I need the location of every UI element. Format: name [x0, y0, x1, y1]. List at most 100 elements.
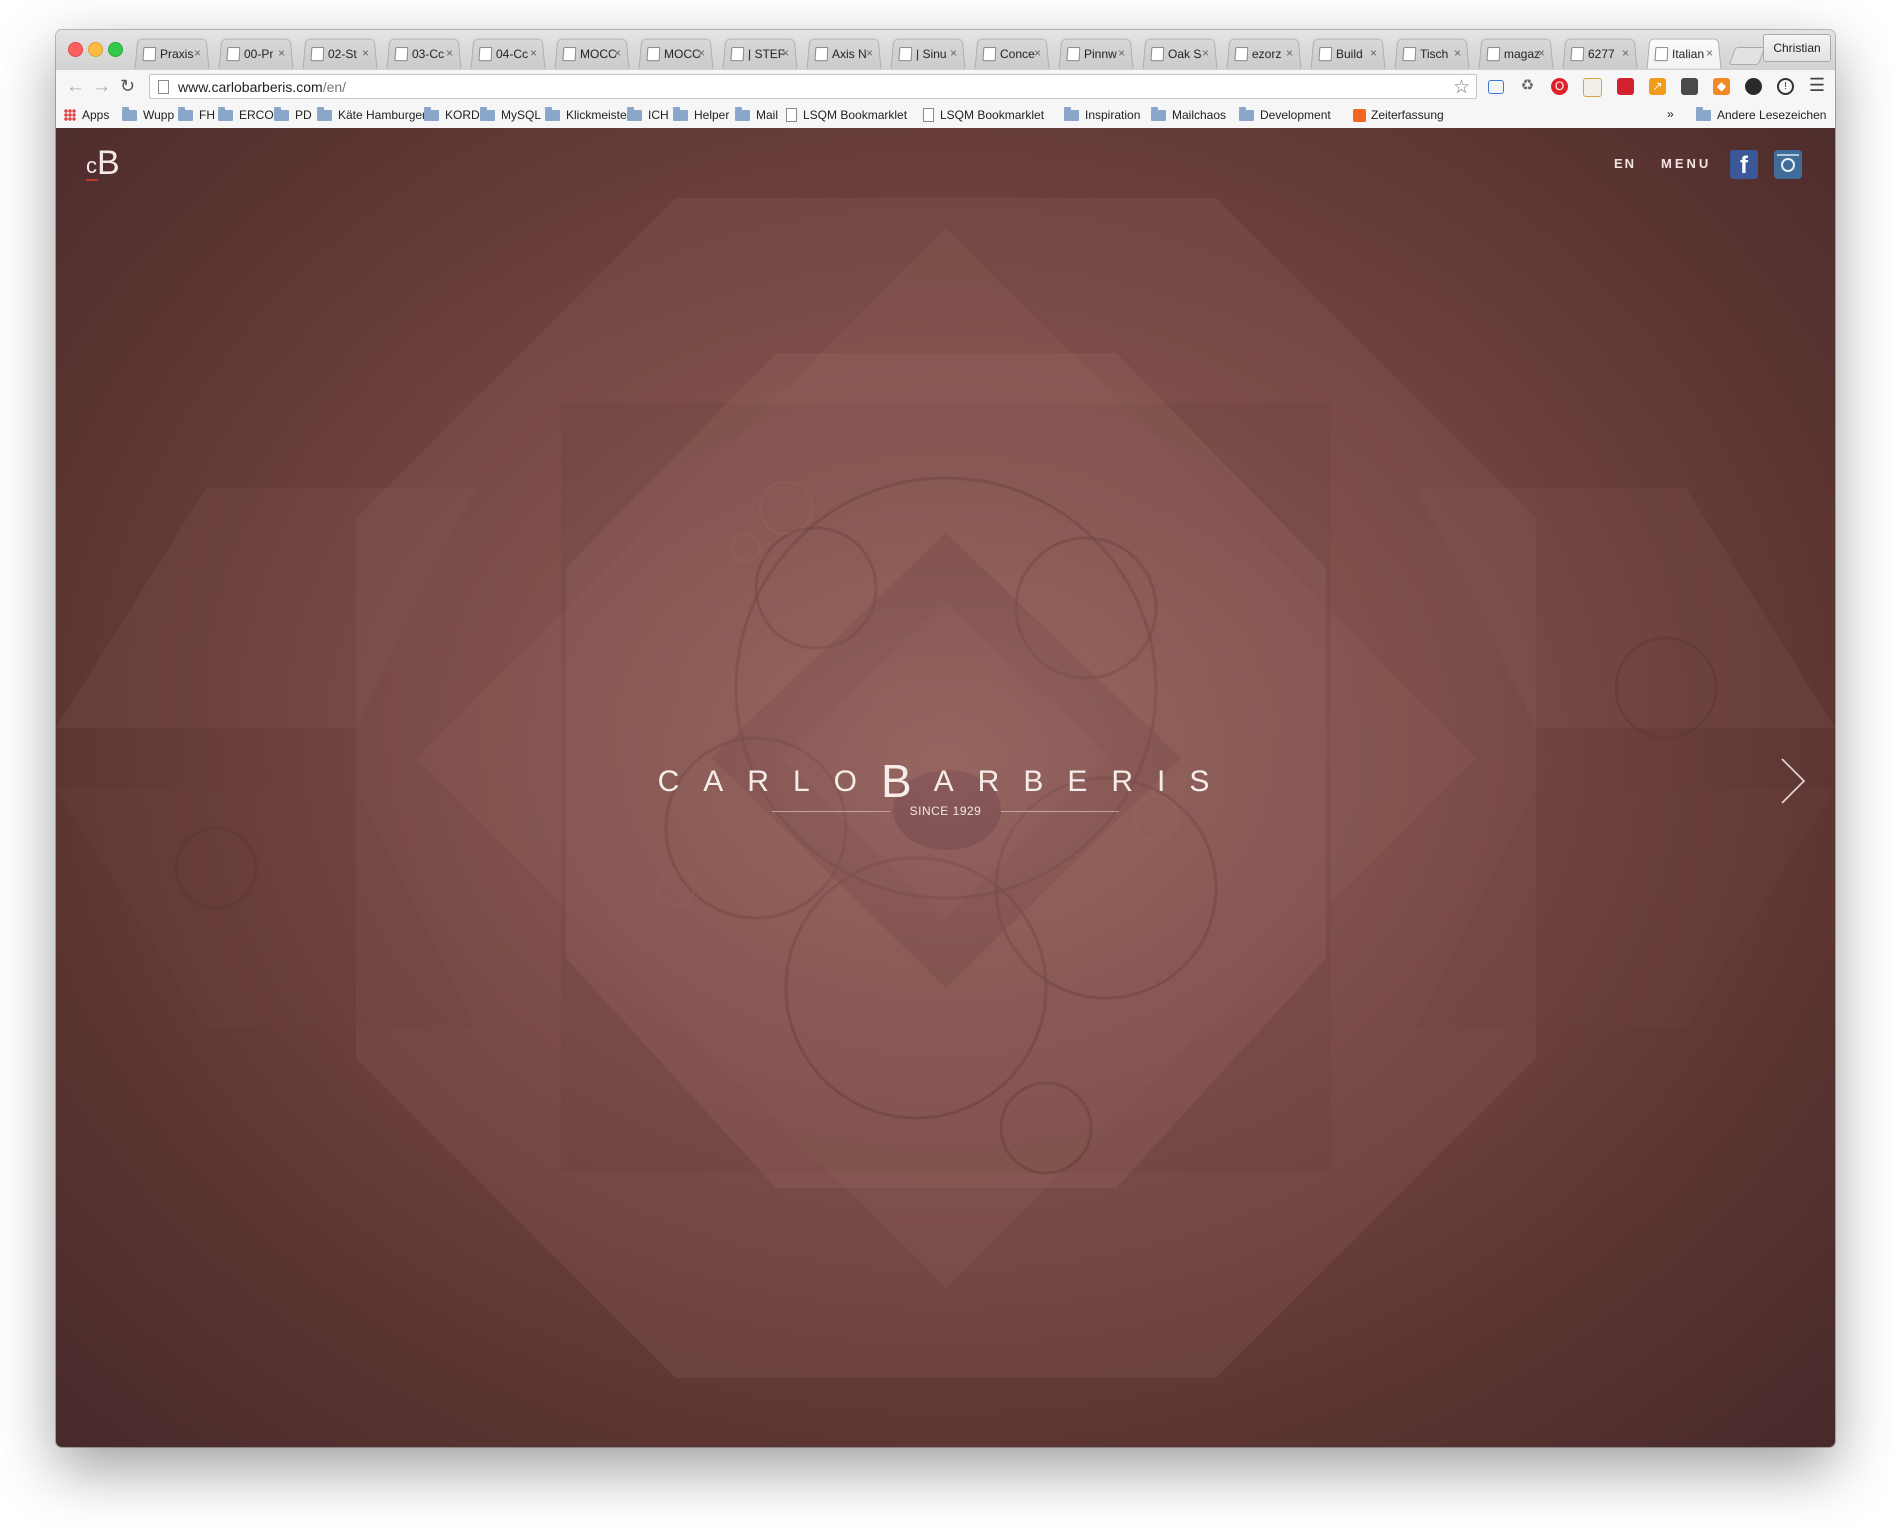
bookmark-item[interactable]: Inspiration — [1064, 106, 1140, 122]
tab-close-icon[interactable]: × — [1118, 46, 1126, 60]
browser-tab[interactable]: 04-Cc × — [470, 38, 546, 69]
bookmark-item[interactable]: MySQL — [480, 106, 542, 122]
bookmark-item[interactable]: Mailchaos — [1151, 106, 1226, 122]
menu-link[interactable]: MENU — [1661, 156, 1711, 171]
browser-tab[interactable]: 00-Pr × — [218, 38, 294, 69]
folder-icon — [545, 106, 560, 121]
facebook-icon[interactable]: f — [1730, 150, 1758, 179]
browser-tab[interactable]: Pinnw × — [1058, 38, 1134, 69]
bookmark-star-icon[interactable]: ☆ — [1453, 76, 1470, 99]
document-icon — [923, 108, 934, 122]
instagram-icon[interactable] — [1774, 150, 1802, 179]
browser-tab[interactable]: | STEF × — [722, 38, 798, 69]
tab-close-icon[interactable]: × — [1202, 46, 1210, 60]
address-bar[interactable]: www.carlobarberis.com/en/ ☆ — [149, 74, 1477, 99]
tab-close-icon[interactable]: × — [1034, 46, 1042, 60]
browser-tab[interactable]: MOCC × — [554, 38, 630, 69]
browser-tab[interactable]: 02-St × — [302, 38, 378, 69]
tab-close-icon[interactable]: × — [782, 46, 790, 60]
tab-close-icon[interactable]: × — [1538, 46, 1546, 60]
folder-icon — [1696, 106, 1711, 121]
close-window-button[interactable] — [68, 42, 83, 57]
tab-close-icon[interactable]: × — [698, 46, 706, 60]
colorpicker-extension-icon[interactable] — [1745, 78, 1762, 95]
tab-label: magaz — [1503, 46, 1541, 61]
next-slide-arrow-icon[interactable] — [1778, 756, 1808, 806]
browser-tab[interactable]: magaz × — [1478, 38, 1554, 69]
bookmark-item[interactable]: Klickmeister — [545, 106, 631, 122]
new-tab-button[interactable] — [1728, 47, 1766, 65]
bookmark-label: MySQL — [501, 108, 542, 122]
back-arrow-icon[interactable]: ← — [66, 76, 85, 98]
screenshot-extension-icon[interactable] — [1488, 80, 1504, 94]
browser-tab[interactable]: 03-Cc × — [386, 38, 462, 69]
brand-wordmark: CARLOBARBERIS — [56, 748, 1835, 807]
tab-close-icon[interactable]: × — [1286, 46, 1294, 60]
hamburger-menu-icon[interactable]: ☰ — [1809, 75, 1825, 96]
tab-close-icon[interactable]: × — [1370, 46, 1378, 60]
forward-arrow-icon[interactable]: → — [92, 76, 111, 98]
opera-extension-icon[interactable]: O — [1551, 78, 1568, 95]
note-extension-icon[interactable] — [1583, 78, 1602, 97]
tab-close-icon[interactable]: × — [362, 46, 370, 60]
bookmark-item[interactable]: LSQM Bookmarklet — [923, 108, 1044, 122]
tab-close-icon[interactable]: × — [614, 46, 622, 60]
bookmark-item[interactable]: LSQM Bookmarklet — [786, 108, 907, 122]
bookmark-item[interactable]: ICH — [627, 106, 669, 122]
grid-extension-icon[interactable] — [1617, 78, 1634, 95]
browser-tab[interactable]: 6277 × — [1562, 38, 1638, 69]
info-extension-icon[interactable]: ! — [1777, 78, 1794, 95]
tab-close-icon[interactable]: × — [1454, 46, 1462, 60]
bookmark-item[interactable]: ERCO — [218, 106, 274, 122]
browser-tab[interactable]: | Sinu × — [890, 38, 966, 69]
zoom-window-button[interactable] — [108, 42, 123, 57]
since-text: SINCE 1929 — [909, 804, 982, 818]
bookmark-item[interactable]: Wupp — [122, 106, 174, 122]
bookmark-item[interactable]: KORD — [424, 106, 480, 122]
soundcloud-icon — [1353, 108, 1366, 122]
bookmark-item[interactable]: FH — [178, 106, 215, 122]
tab-label: Oak S — [1167, 46, 1202, 61]
profile-button[interactable]: Christian — [1763, 34, 1831, 62]
tab-close-icon[interactable]: × — [1706, 46, 1714, 60]
bookmark-item[interactable]: Zeiterfassung — [1353, 108, 1444, 122]
document-icon — [982, 46, 997, 61]
tab-close-icon[interactable]: × — [278, 46, 286, 60]
minimize-window-button[interactable] — [88, 42, 103, 57]
code-extension-icon[interactable]: ◆ — [1713, 78, 1730, 95]
document-icon — [814, 46, 829, 61]
tab-close-icon[interactable]: × — [446, 46, 454, 60]
tab-close-icon[interactable]: × — [950, 46, 958, 60]
chart-extension-icon[interactable]: ↗ — [1649, 78, 1666, 95]
site-logo[interactable]: cB — [86, 144, 120, 183]
bookmark-item[interactable]: Helper — [673, 106, 729, 122]
browser-tab[interactable]: Conce × — [974, 38, 1050, 69]
browser-tab[interactable]: Tisch × — [1394, 38, 1470, 69]
browser-tab[interactable]: Axis N × — [806, 38, 882, 69]
tab-close-icon[interactable]: × — [866, 46, 874, 60]
other-bookmarks[interactable]: Andere Lesezeichen — [1696, 106, 1826, 122]
tab-close-icon[interactable]: × — [530, 46, 538, 60]
bookmark-item[interactable]: PD — [274, 106, 312, 122]
language-switch[interactable]: EN — [1614, 156, 1636, 171]
bookmark-item[interactable]: Käte Hamburger — [317, 106, 426, 122]
browser-tab[interactable]: MOCC × — [638, 38, 714, 69]
tab-close-icon[interactable]: × — [194, 46, 202, 60]
brand-last-name: ARBERIS — [933, 765, 1234, 798]
browser-tab[interactable]: Praxis × — [134, 38, 210, 69]
browser-tab[interactable]: Italian × — [1646, 38, 1722, 69]
browser-tab[interactable]: ezorz × — [1226, 38, 1302, 69]
browser-tab[interactable]: Oak S × — [1142, 38, 1218, 69]
browser-tab[interactable]: Build × — [1310, 38, 1386, 69]
bookmark-item[interactable]: Development — [1239, 106, 1331, 122]
tab-label: MOCC — [579, 46, 618, 61]
tab-close-icon[interactable]: × — [1622, 46, 1630, 60]
bookmark-item[interactable]: Apps — [64, 108, 109, 122]
bookmark-label: KORD — [445, 108, 480, 122]
puzzle-extension-icon[interactable] — [1681, 78, 1698, 95]
tabs: Praxis × 00-Pr × 02-St × 03-Cc × 04-Cc × MOCC × MOCC… — [134, 38, 1766, 70]
recycle-extension-icon[interactable]: ♻ — [1519, 78, 1536, 95]
bookmarks-overflow[interactable]: » — [1667, 107, 1674, 121]
bookmark-item[interactable]: Mail — [735, 106, 778, 122]
reload-icon[interactable]: ↻ — [120, 76, 135, 97]
